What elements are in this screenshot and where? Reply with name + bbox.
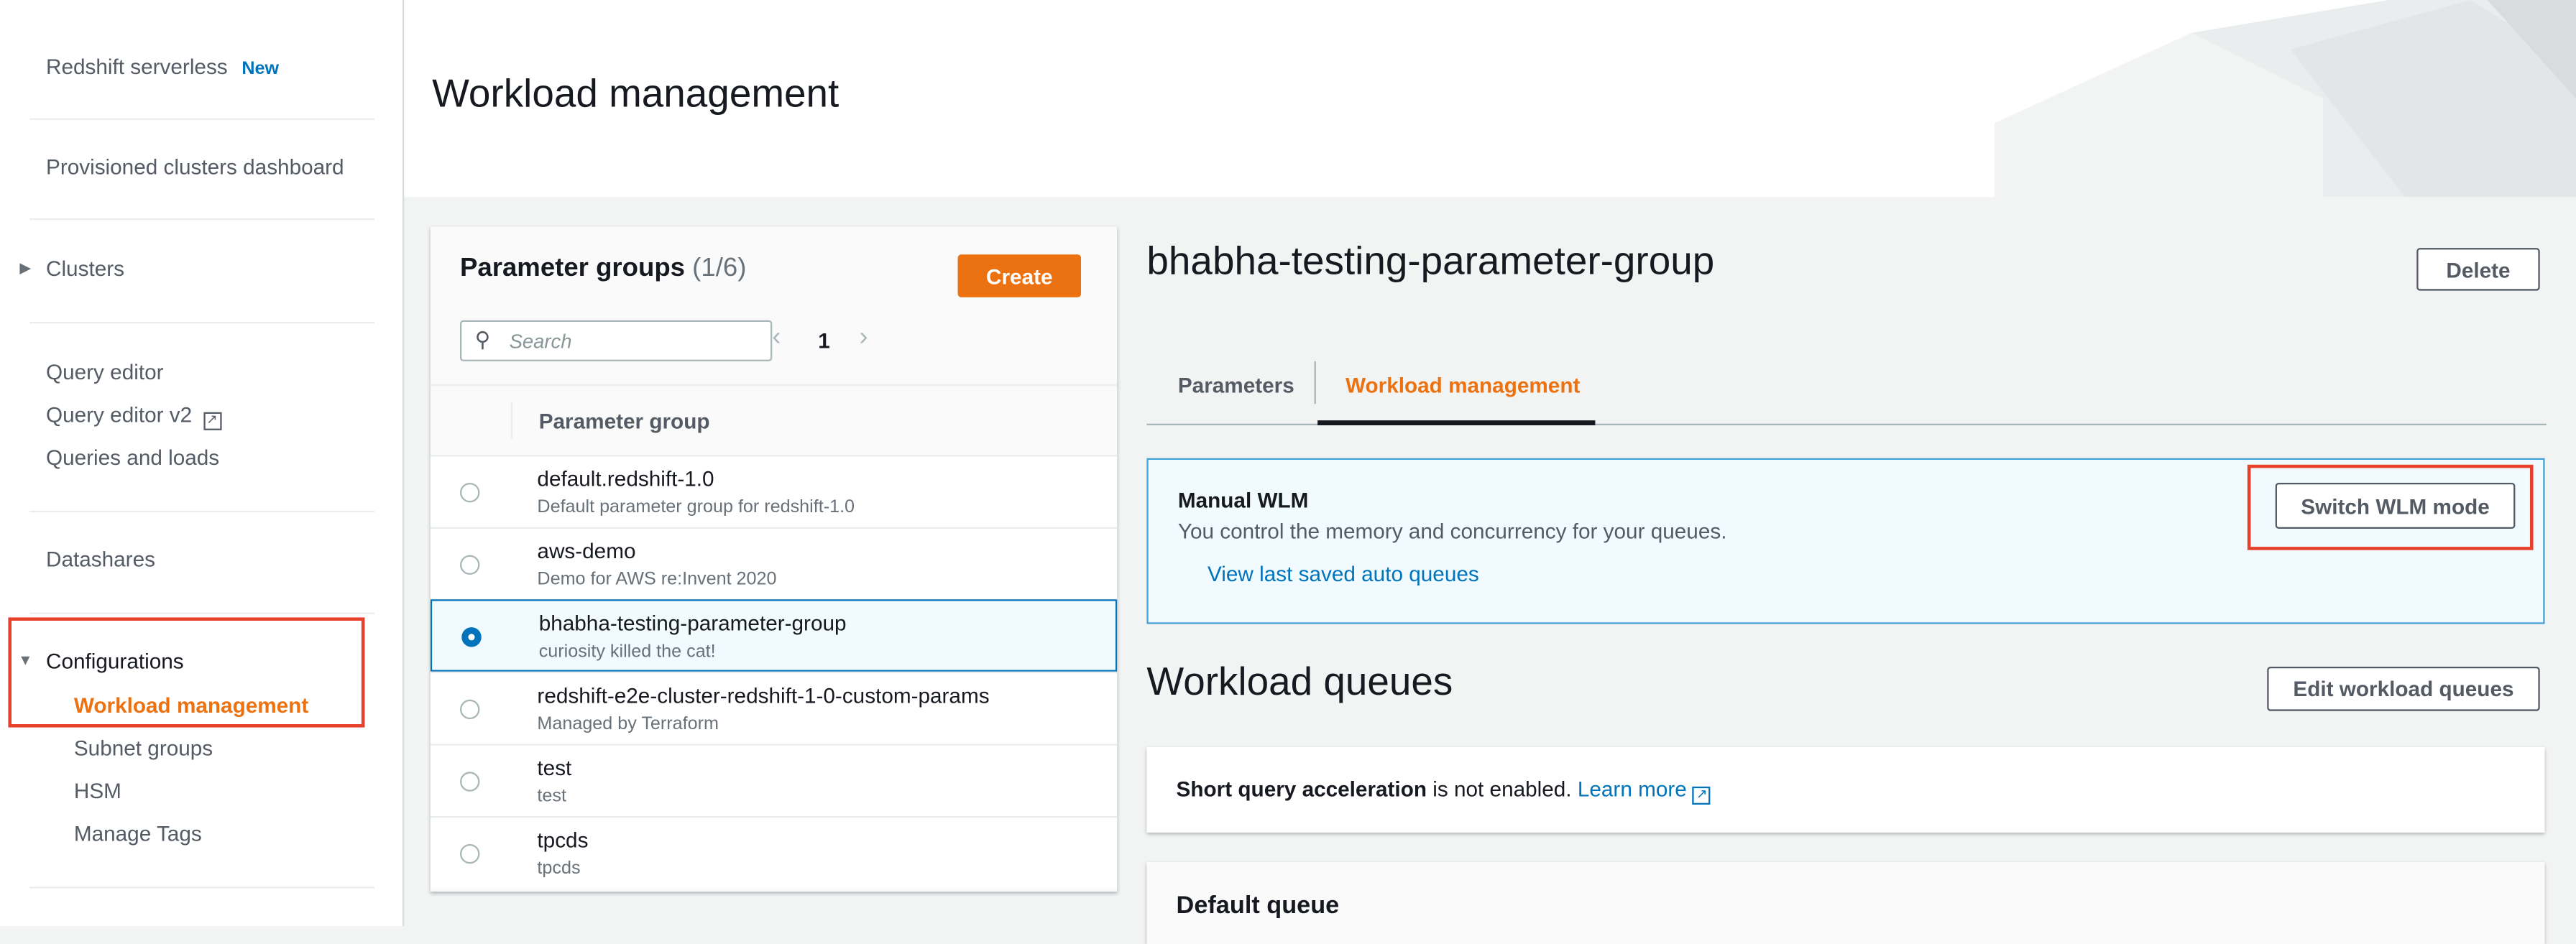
next-page-icon[interactable]: › [859,323,868,353]
page-number[interactable]: 1 [818,328,830,353]
decorative-background [1994,0,2576,198]
table-row[interactable]: redshift-e2e-cluster-redshift-1-0-custom… [430,671,1118,744]
tab-workload-management[interactable]: Workload management [1346,373,1580,397]
row-name: redshift-e2e-cluster-redshift-1-0-custom… [537,682,990,708]
wlm-description: You control the memory and concurrency f… [1177,519,1727,544]
default-queue-card: Default queue [1146,861,2545,944]
prev-page-icon[interactable]: ‹ [772,323,781,353]
external-link-icon: ↗ [203,412,221,430]
sqa-text: Short query acceleration is not enabled.… [1177,777,1711,805]
sidebar-item-provisioned-dashboard[interactable]: Provisioned clusters dashboard [46,154,344,181]
row-radio[interactable] [459,772,480,792]
sqa-bold: Short query acceleration [1176,777,1427,802]
sqa-card: Short query acceleration is not enabled.… [1146,746,2545,833]
tab-parameters[interactable]: Parameters [1178,373,1294,397]
row-description: Default parameter group for redshift-1.0 [537,497,855,517]
label: Query editor v2 [45,402,193,427]
new-badge: New [242,59,280,79]
tab-divider [1314,361,1316,404]
table-row[interactable]: test test [430,744,1118,816]
detail-title: bhabha-testing-parameter-group [1146,239,1715,284]
row-description: test [537,786,566,807]
page-title: Workload management [432,72,840,117]
title: Parameter groups [459,254,685,283]
workload-queues-title: Workload queues [1146,660,1453,705]
table-row[interactable]: aws-demo Demo for AWS re:Invent 2020 [430,527,1118,600]
row-radio[interactable] [461,627,482,647]
row-radio[interactable] [459,699,480,720]
create-button[interactable]: Create [957,254,1081,297]
wlm-title: Manual WLM [1177,487,1309,513]
row-radio[interactable] [459,555,480,575]
view-auto-queues-link[interactable]: View last saved auto queues [1208,562,1479,586]
sidebar: Redshift serverless New Provisioned clus… [0,0,405,927]
row-description: Managed by Terraform [537,714,719,734]
column-divider [510,402,513,439]
divider [29,218,375,221]
row-name: tpcds [537,827,589,853]
search-placeholder: Search [509,330,572,353]
external-link-icon[interactable]: ↗ [1693,786,1711,805]
row-description: Demo for AWS re:Invent 2020 [537,570,777,590]
sidebar-item-redshift-serverless[interactable]: Redshift serverless New [46,54,279,82]
sidebar-item-datashares[interactable]: Datashares [46,547,155,573]
page-header: Workload management [404,0,2576,198]
row-name: default.redshift-1.0 [537,466,714,491]
label: Redshift serverless [45,54,228,79]
sidebar-item-subnet-groups[interactable]: Subnet groups [74,736,213,762]
panel-title: Parameter groups (1/6) [460,254,746,284]
column-header-parameter-group[interactable]: Parameter group [539,409,710,433]
row-name: bhabha-testing-parameter-group [538,611,847,636]
search-icon: ⚲ [474,326,491,352]
count: (1/6) [692,254,747,283]
divider [29,510,375,513]
sidebar-item-query-editor-v2[interactable]: Query editor v2 ↗ [46,402,221,430]
caret-right-icon[interactable]: ▶ [19,259,31,277]
row-description: curiosity killed the cat! [538,642,716,662]
row-name: test [537,755,572,780]
sidebar-item-queries-loads[interactable]: Queries and loads [46,445,219,471]
row-radio[interactable] [459,843,480,864]
edit-workload-queues-button[interactable]: Edit workload queues [2267,666,2540,711]
sidebar-item-manage-tags[interactable]: Manage Tags [74,821,202,848]
divider [430,384,1118,387]
table-row[interactable]: bhabha-testing-parameter-group curiosity… [430,599,1118,672]
divider [29,887,375,889]
divider [29,612,375,614]
sidebar-item-clusters[interactable]: Clusters [46,256,124,283]
active-tab-indicator [1317,420,1596,425]
highlight-box [2247,464,2534,550]
table-row[interactable]: tpcds tpcds [430,815,1118,889]
divider [29,321,375,324]
delete-button[interactable]: Delete [2416,248,2540,291]
row-description: tpcds [537,859,581,879]
learn-more-link[interactable]: Learn more [1578,777,1687,801]
sidebar-item-query-editor[interactable]: Query editor [46,360,164,387]
parameter-groups-panel: Parameter groups (1/6) Create ⚲ Search ‹… [430,226,1118,892]
table-row[interactable]: default.redshift-1.0 Default parameter g… [430,455,1118,527]
row-radio[interactable] [459,482,480,503]
default-queue-title: Default queue [1176,892,1340,920]
row-name: aws-demo [537,538,636,563]
search-input[interactable]: ⚲ Search [459,320,773,361]
sidebar-item-hsm[interactable]: HSM [74,778,121,805]
divider [29,118,375,120]
highlight-box [8,617,365,728]
sqa-rest: is not enabled. [1427,777,1578,802]
